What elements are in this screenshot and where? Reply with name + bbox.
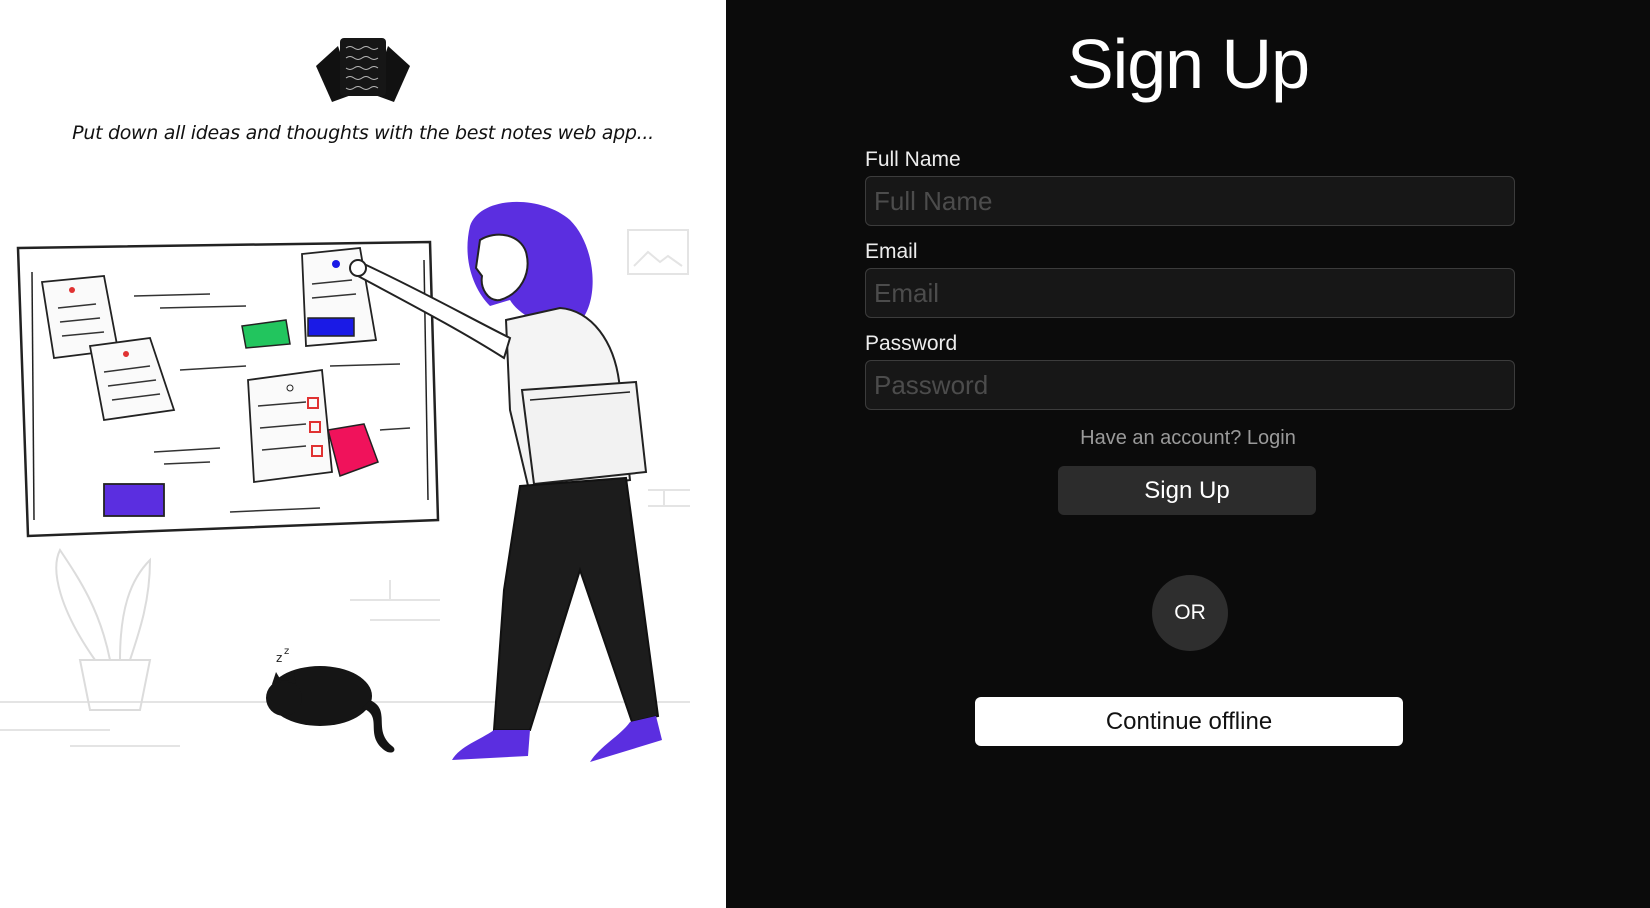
- signup-form: Full Name Email Password: [865, 148, 1515, 424]
- full-name-label: Full Name: [865, 148, 961, 171]
- or-divider: OR: [1152, 575, 1228, 651]
- email-label: Email: [865, 240, 918, 263]
- page-title: Sign Up: [1066, 25, 1310, 103]
- have-account-text: Have an account?: [1080, 427, 1242, 449]
- continue-offline-button[interactable]: Continue offline: [975, 697, 1403, 746]
- have-account-line: Have an account? Login: [726, 427, 1650, 450]
- svg-text:z: z: [284, 646, 289, 657]
- hero-panel: Put down all ideas and thoughts with the…: [0, 0, 726, 908]
- full-name-input[interactable]: [865, 176, 1515, 226]
- svg-text:z: z: [276, 651, 282, 665]
- password-input[interactable]: [865, 360, 1515, 410]
- login-link[interactable]: Login: [1247, 427, 1296, 449]
- signup-panel: Sign Up Full Name Email Password Have an…: [726, 0, 1650, 908]
- woman-pinning-notes-illustration: z z: [0, 201, 690, 762]
- plant-decoration: [55, 548, 152, 711]
- hero-tagline: Put down all ideas and thoughts with the…: [72, 122, 654, 144]
- password-label: Password: [865, 332, 958, 355]
- sleeping-cat-illustration: z z: [266, 646, 395, 753]
- sign-up-button[interactable]: Sign Up: [1058, 466, 1316, 515]
- notes-logo-icon: [316, 38, 410, 102]
- email-input[interactable]: [865, 268, 1515, 318]
